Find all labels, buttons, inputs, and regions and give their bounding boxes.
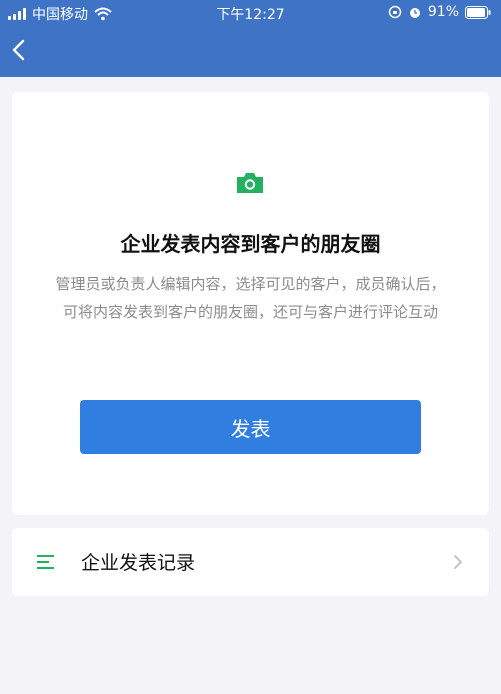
status-right: 91% bbox=[388, 4, 491, 20]
battery-percent: 91% bbox=[427, 4, 459, 20]
records-row-label: 企业发表记录 bbox=[81, 552, 196, 574]
list-icon bbox=[37, 555, 54, 569]
intro-description: 管理员或负责人编辑内容，选择可见的客户，成员确认后，可将内容发表到客户的朋友圈，… bbox=[55, 275, 446, 321]
status-bar: 中国移动 下午12:27 91% bbox=[0, 0, 501, 24]
intro-title: 企业发表内容到客户的朋友圈 bbox=[120, 232, 381, 256]
alarm-icon bbox=[409, 8, 420, 18]
chevron-right-icon bbox=[454, 555, 462, 569]
publish-button[interactable]: 发表 bbox=[80, 400, 421, 454]
battery-icon bbox=[465, 5, 491, 19]
rotation-lock-icon bbox=[388, 5, 402, 19]
camera-icon bbox=[237, 173, 263, 193]
chevron-left-icon bbox=[12, 39, 25, 61]
back-button[interactable] bbox=[10, 38, 30, 62]
